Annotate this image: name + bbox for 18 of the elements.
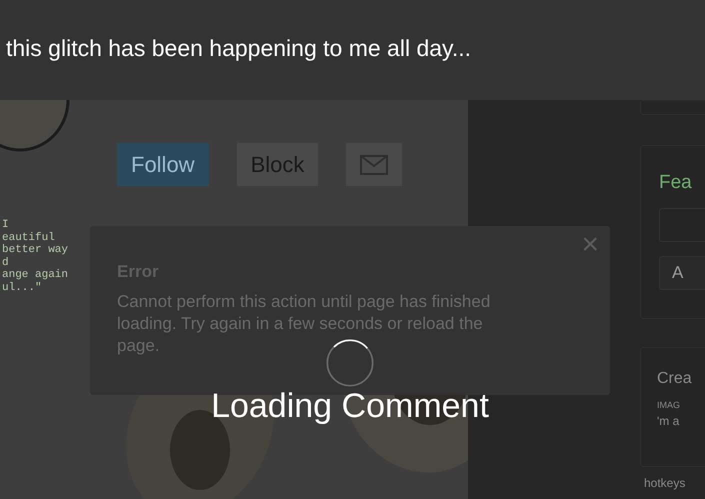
card-button[interactable]: A bbox=[659, 256, 705, 290]
quote-line: ul..." bbox=[2, 282, 42, 294]
card-title: Crea bbox=[657, 370, 692, 388]
quote-line: ange again bbox=[2, 269, 68, 282]
card-text: 'm a bbox=[657, 414, 680, 428]
spinner-icon bbox=[326, 339, 374, 387]
card-label: IMAG bbox=[657, 400, 680, 410]
caption-text: this glitch has been happening to me all day... bbox=[6, 34, 471, 62]
card-title: Fea bbox=[659, 172, 693, 194]
hotkeys-link[interactable]: hotkeys bbox=[640, 476, 686, 490]
follow-button[interactable]: Follow bbox=[117, 143, 209, 186]
quote-line: eautiful bbox=[2, 232, 55, 244]
quote-line: d bbox=[2, 256, 9, 269]
message-button[interactable] bbox=[346, 143, 402, 186]
quote-line: better way bbox=[2, 244, 68, 256]
loading-text: Loading Comment bbox=[211, 387, 489, 426]
envelope-icon bbox=[360, 154, 388, 174]
quote-line: I bbox=[2, 219, 9, 232]
